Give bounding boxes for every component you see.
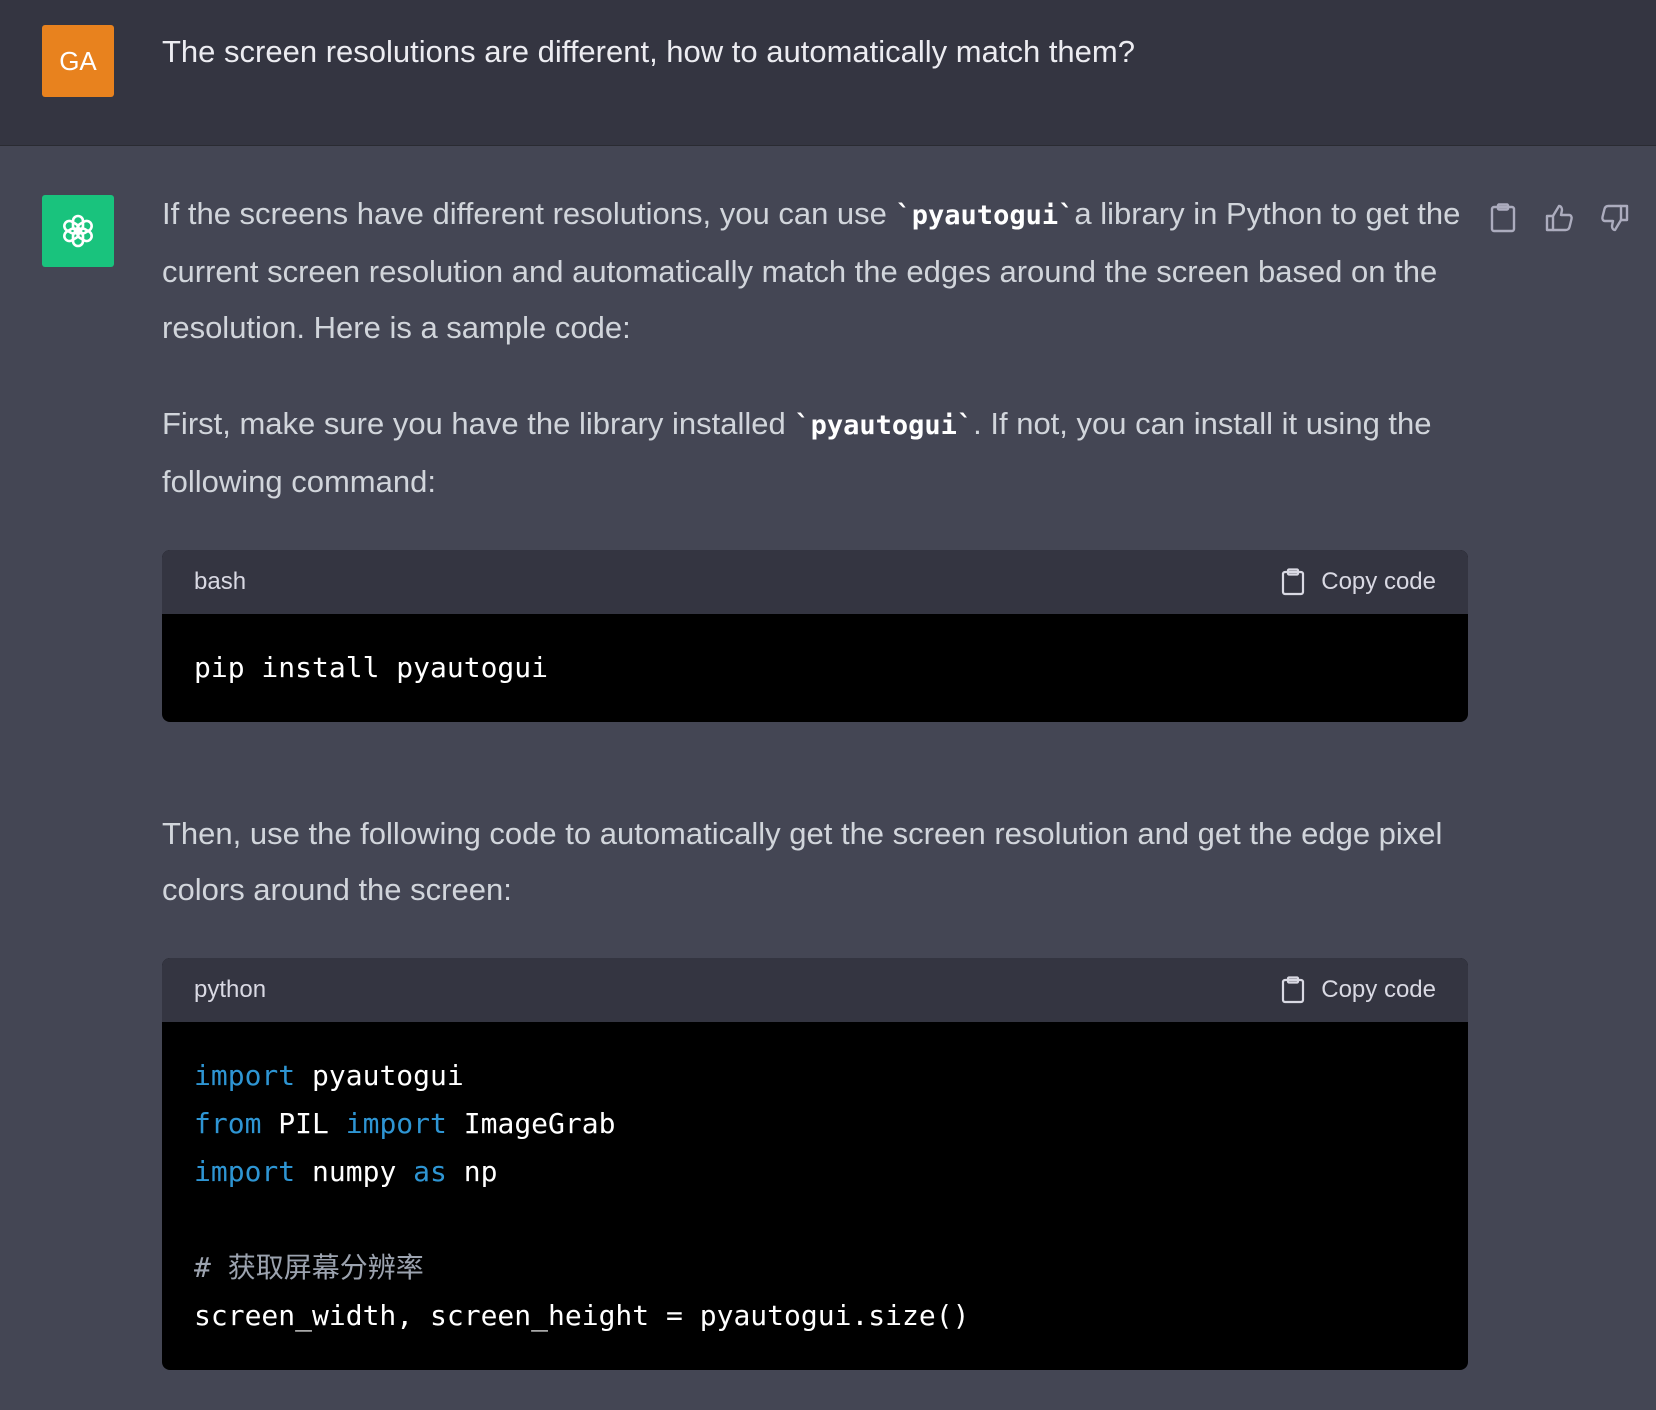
user-avatar: GA — [42, 25, 114, 97]
inline-code: `pyautogui` — [794, 410, 974, 441]
code-block-bash: bash Copy code pip install pyautogui — [162, 550, 1468, 722]
inline-code: `pyautogui` — [895, 200, 1075, 231]
code-comment: # 获取屏幕分辨率 — [194, 1251, 424, 1284]
code-keyword: import — [345, 1107, 447, 1140]
assistant-avatar — [42, 195, 114, 267]
thumbs-down-button[interactable] — [1600, 202, 1630, 234]
paragraph-python-intro: Then, use the following code to automati… — [162, 816, 1443, 907]
code-block-python: python Copy code import pyautogui from PI… — [162, 958, 1468, 1370]
paragraph-text: First, make sure you have the library in… — [162, 406, 795, 441]
user-avatar-initials: GA — [59, 45, 97, 76]
openai-logo-icon — [63, 214, 93, 248]
code-line: import pyautogui — [194, 1052, 1436, 1100]
code-block-body: pip install pyautogui — [162, 614, 1468, 722]
code-language-label: bash — [194, 568, 247, 595]
code-text: np — [446, 1155, 498, 1188]
clipboard-icon — [1490, 203, 1516, 233]
paragraph-install-note: First, make sure you have the library in… — [162, 396, 1468, 510]
user-message-row: GA The screen resolutions are different,… — [0, 0, 1656, 146]
code-text: pyautogui — [295, 1059, 464, 1092]
code-block-body: import pyautogui from PIL import ImageGra… — [162, 1022, 1468, 1370]
copy-code-button[interactable]: Copy code — [1281, 550, 1436, 614]
code-line: from PIL import ImageGrab — [194, 1100, 1436, 1148]
code-line: pip install pyautogui — [194, 651, 549, 684]
copy-message-button[interactable] — [1488, 202, 1518, 234]
code-block-header: python Copy code — [162, 958, 1468, 1022]
thumbs-up-button[interactable] — [1544, 202, 1574, 234]
code-line: import numpy as np — [194, 1148, 1436, 1196]
copy-code-label: Copy code — [1321, 976, 1436, 1003]
code-keyword: from — [194, 1107, 262, 1140]
code-text: ImageGrab — [446, 1107, 616, 1140]
assistant-message-content: If the screens have different resolution… — [162, 186, 1468, 1410]
paragraph-intro: If the screens have different resolution… — [162, 186, 1468, 356]
copy-code-label: Copy code — [1321, 568, 1436, 595]
assistant-message-row: If the screens have different resolution… — [0, 146, 1656, 1400]
thumbs-down-icon — [1601, 204, 1629, 232]
paragraph-text: If the screens have different resolution… — [162, 196, 896, 231]
code-keyword: import — [194, 1155, 296, 1188]
code-keyword: import — [194, 1059, 296, 1092]
thumbs-up-icon — [1545, 204, 1573, 232]
code-text: PIL — [261, 1107, 346, 1140]
code-line: screen_width, screen_height = pyautogui.… — [194, 1299, 970, 1332]
code-block-header: bash Copy code — [162, 550, 1468, 614]
code-keyword: as — [413, 1155, 447, 1188]
code-text: numpy — [295, 1155, 414, 1188]
message-actions — [1488, 202, 1630, 234]
code-language-label: python — [194, 976, 267, 1003]
user-message-text: The screen resolutions are different, ho… — [162, 34, 1135, 69]
copy-code-button[interactable]: Copy code — [1281, 958, 1436, 1022]
clipboard-icon — [1282, 568, 1305, 596]
clipboard-icon — [1282, 976, 1305, 1004]
